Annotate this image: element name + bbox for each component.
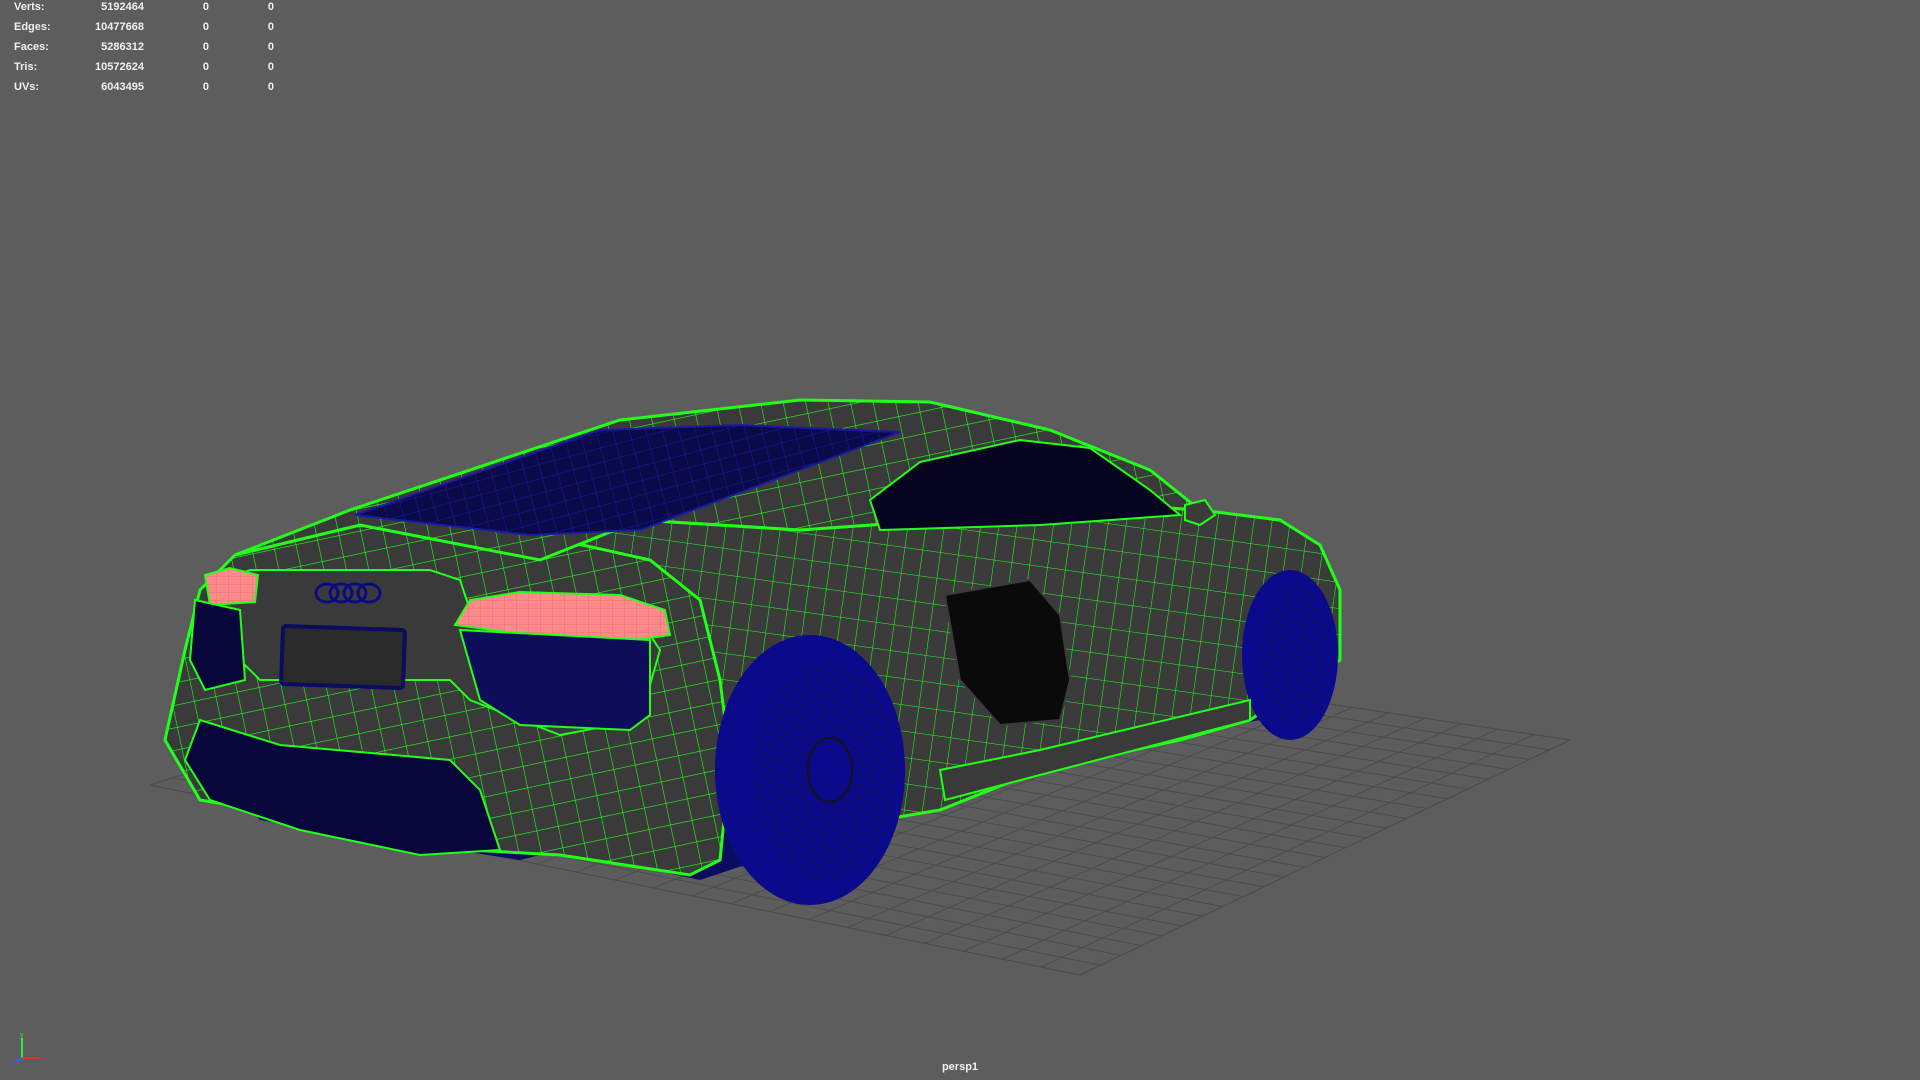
car-rear-wheel [715,635,905,905]
scene-3d[interactable] [0,0,1920,1080]
viewport-persp[interactable]: Verts: 5192464 0 0 Edges: 10477668 0 0 F… [0,0,1920,1080]
car-rear-intake-left [188,598,247,692]
axis-label-y: y [20,1032,24,1039]
car-taillight-left [203,566,260,607]
axis-label-x: x [41,1056,45,1063]
car-front-wheel [1242,570,1338,740]
z-axis-icon [15,1057,23,1063]
axis-label-z: z [12,1060,16,1066]
camera-name-label: persp1 [941,1061,979,1073]
axis-gizmo: y x z [12,1032,45,1066]
car-license-plate [279,623,407,691]
